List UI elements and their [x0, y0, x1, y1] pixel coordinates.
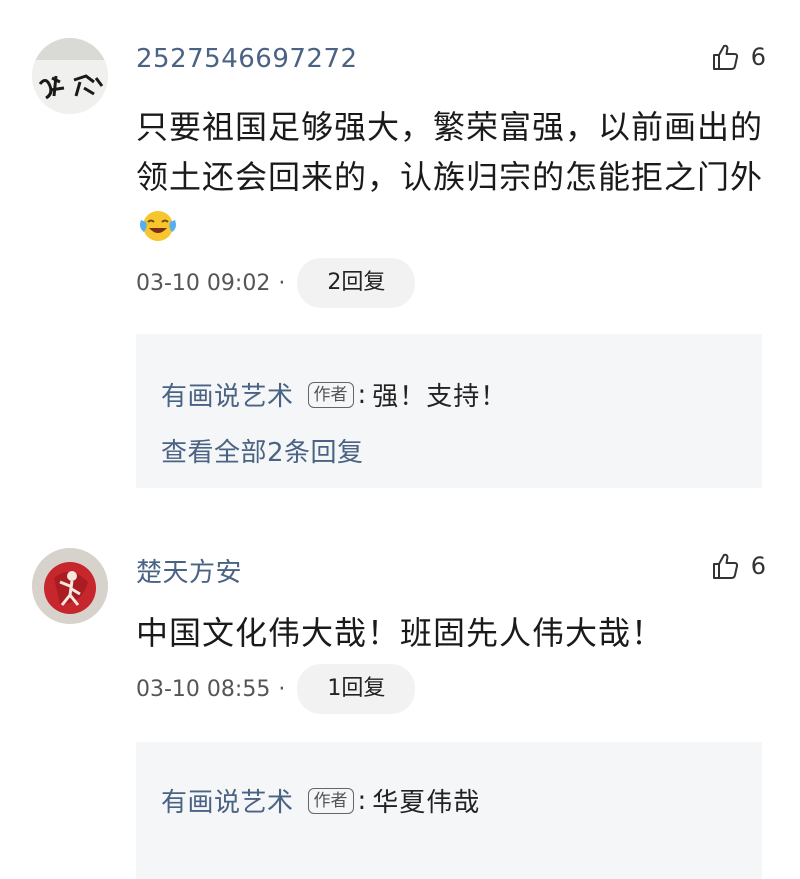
laughing-tears-emoji-icon: [140, 211, 176, 241]
avatar[interactable]: [32, 38, 108, 114]
comment-time: 03-10 09:02: [136, 270, 271, 296]
avatar-calligraphy-image: [32, 38, 108, 114]
comment-text: 只要祖国足够强大，繁荣富强，以前画出的领土还会回来的，认族归宗的怎能拒之门外: [136, 102, 764, 252]
comment-text: 中国文化伟大哉！班固先人伟大哉！: [136, 614, 665, 652]
reply-text: 华夏伟哉: [372, 788, 481, 818]
reply-box: 有画说艺术 作者 : 华夏伟哉: [136, 742, 762, 879]
like-count: 6: [750, 43, 766, 71]
reply-text: 强！支持！: [372, 382, 508, 412]
thumbs-up-icon: [712, 44, 738, 70]
like-count: 6: [750, 552, 766, 580]
comment-text-content: 只要祖国足够强大，繁荣富强，以前画出的领土还会回来的，认族归宗的怎能拒之门外: [136, 108, 764, 196]
meta-dot: ·: [278, 676, 286, 702]
avatar[interactable]: [32, 548, 108, 624]
reply-count-button[interactable]: 2回复: [297, 258, 416, 308]
reply-box: 有画说艺术 作者 : 强！支持！ 查看全部2条回复: [136, 334, 762, 488]
reply-count-button[interactable]: 1回复: [297, 664, 416, 714]
comment-meta: 03-10 09:02 · 2回复: [136, 258, 416, 308]
avatar-red-figure-image: [32, 548, 108, 624]
meta-dot: ·: [278, 270, 286, 296]
reply-colon: :: [357, 379, 367, 410]
author-badge: 作者: [307, 381, 354, 408]
comment-item: 楚天方安 6 中国文化伟大哉！班固先人伟大哉！ 03-10 08:55 · 1回…: [0, 520, 800, 879]
author-reply: 有画说艺术 作者 : 华夏伟哉: [161, 782, 480, 819]
comment-username[interactable]: 2527546697272: [136, 44, 358, 74]
view-all-replies-link[interactable]: 查看全部2条回复: [161, 432, 364, 469]
comment-username[interactable]: 楚天方安: [136, 552, 242, 589]
like-button[interactable]: 6: [711, 42, 766, 72]
author-badge: 作者: [307, 787, 354, 814]
comment-meta: 03-10 08:55 · 1回复: [136, 664, 416, 714]
comment-time: 03-10 08:55: [136, 676, 271, 702]
like-button[interactable]: 6: [711, 551, 766, 581]
author-reply: 有画说艺术 作者 : 强！支持！: [161, 376, 507, 413]
reply-author[interactable]: 有画说艺术: [161, 376, 294, 413]
reply-author[interactable]: 有画说艺术: [161, 782, 294, 819]
comment-item: 2527546697272 6 只要祖国足够强大，繁荣富强，以前画出的领土还会回…: [0, 0, 800, 500]
reply-colon: :: [357, 785, 367, 816]
thumbs-up-icon: [712, 553, 738, 579]
